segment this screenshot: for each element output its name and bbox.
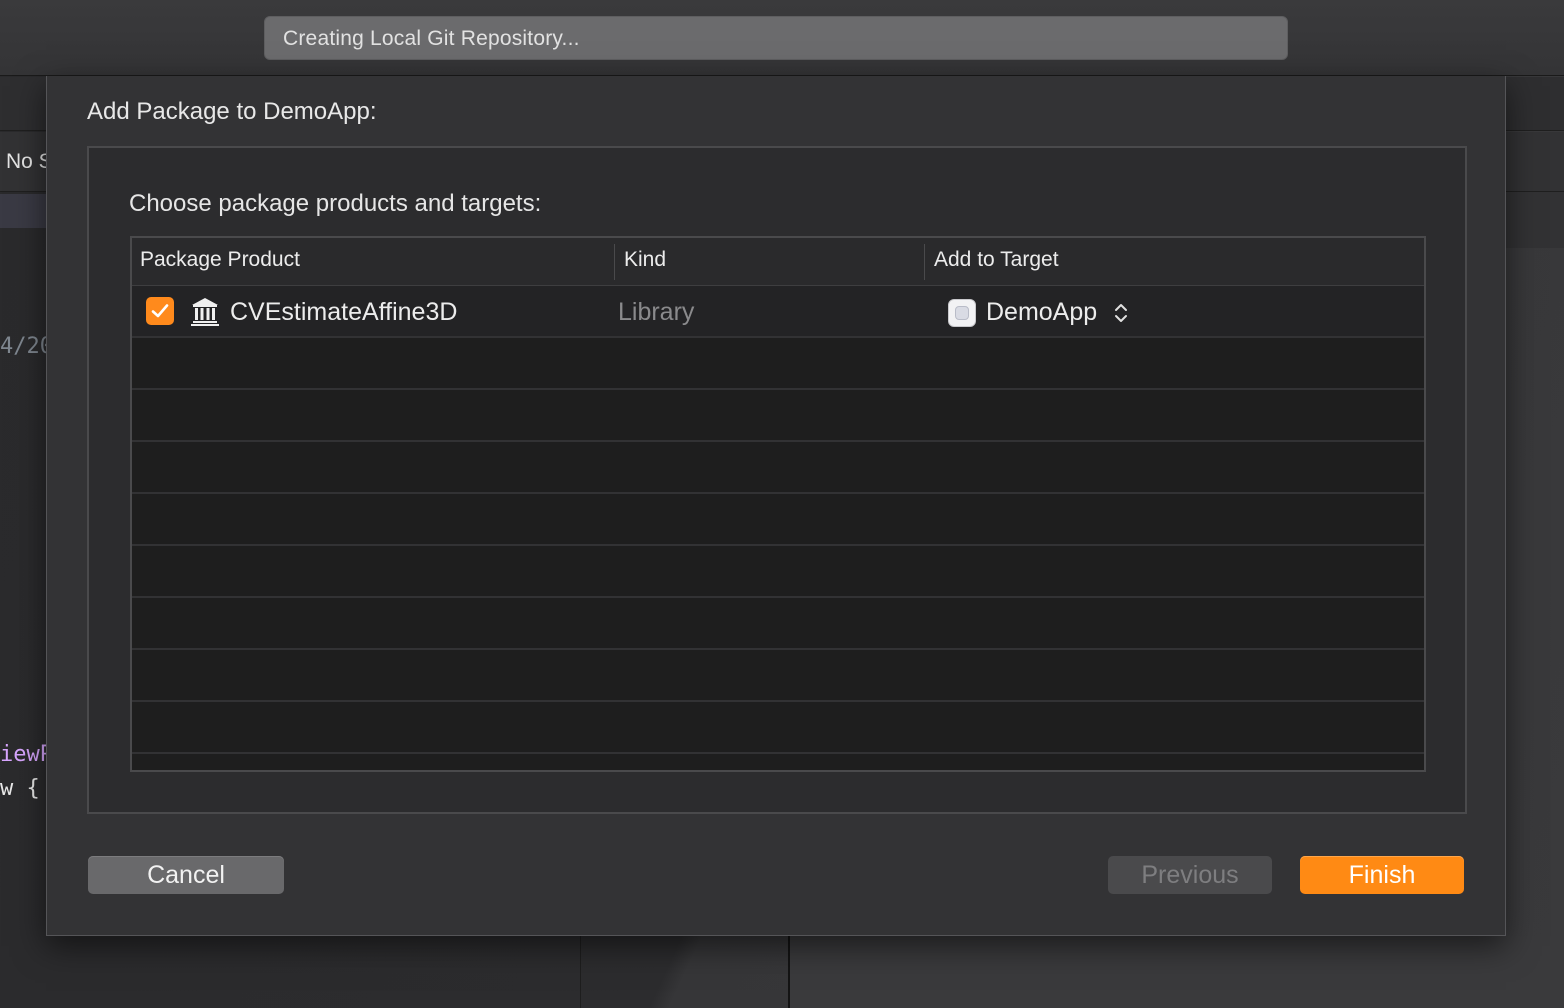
column-header-package-product[interactable]: Package Product (140, 248, 300, 272)
sheet-title: Add Package to DemoApp: (87, 98, 377, 125)
empty-row (132, 598, 1424, 650)
package-kind: Library (618, 298, 695, 326)
column-separator[interactable] (614, 244, 615, 280)
empty-row (132, 702, 1424, 754)
empty-row (132, 390, 1424, 442)
editor-minimap-strip (1506, 192, 1564, 248)
group-subtitle: Choose package products and targets: (129, 190, 542, 217)
finish-button[interactable]: Finish (1300, 856, 1464, 894)
package-products-table: Package Product Kind Add to Target CVEst… (130, 236, 1426, 772)
cancel-button[interactable]: Cancel (88, 856, 284, 894)
activity-status-text: Creating Local Git Repository... (283, 27, 580, 50)
pane-divider (788, 936, 790, 1008)
empty-row (132, 546, 1424, 598)
empty-row (132, 494, 1424, 546)
column-separator[interactable] (924, 244, 925, 280)
package-products-group: Choose package products and targets: Pac… (87, 146, 1467, 814)
column-header-kind[interactable]: Kind (624, 248, 666, 272)
empty-row (132, 442, 1424, 494)
empty-row (132, 650, 1424, 702)
target-popup-value[interactable]: DemoApp (986, 298, 1097, 327)
package-product-name: CVEstimateAffine3D (230, 298, 458, 326)
editor-current-line (0, 194, 48, 228)
table-header: Package Product Kind Add to Target (132, 238, 1424, 286)
toolbar: Creating Local Git Repository... (0, 0, 1564, 76)
product-checkbox[interactable] (146, 297, 174, 325)
library-building-icon (191, 298, 219, 326)
column-header-add-to-target[interactable]: Add to Target (934, 248, 1059, 272)
code-brace-fragment: w { (0, 776, 40, 801)
checkmark-icon (151, 304, 169, 318)
activity-viewer: Creating Local Git Repository... (264, 16, 1288, 60)
xcode-window: Creating Local Git Repository... No S 4/… (0, 0, 1564, 1008)
inspector-area (790, 936, 1564, 1008)
pane-divider (580, 936, 581, 1008)
popup-chevrons-icon[interactable] (1112, 300, 1130, 326)
app-target-icon (948, 299, 976, 327)
previous-button[interactable]: Previous (1108, 856, 1272, 894)
empty-row (132, 338, 1424, 390)
table-row[interactable]: CVEstimateAffine3D Library DemoApp (132, 286, 1424, 338)
add-package-sheet: Add Package to DemoApp: Choose package p… (46, 76, 1506, 936)
